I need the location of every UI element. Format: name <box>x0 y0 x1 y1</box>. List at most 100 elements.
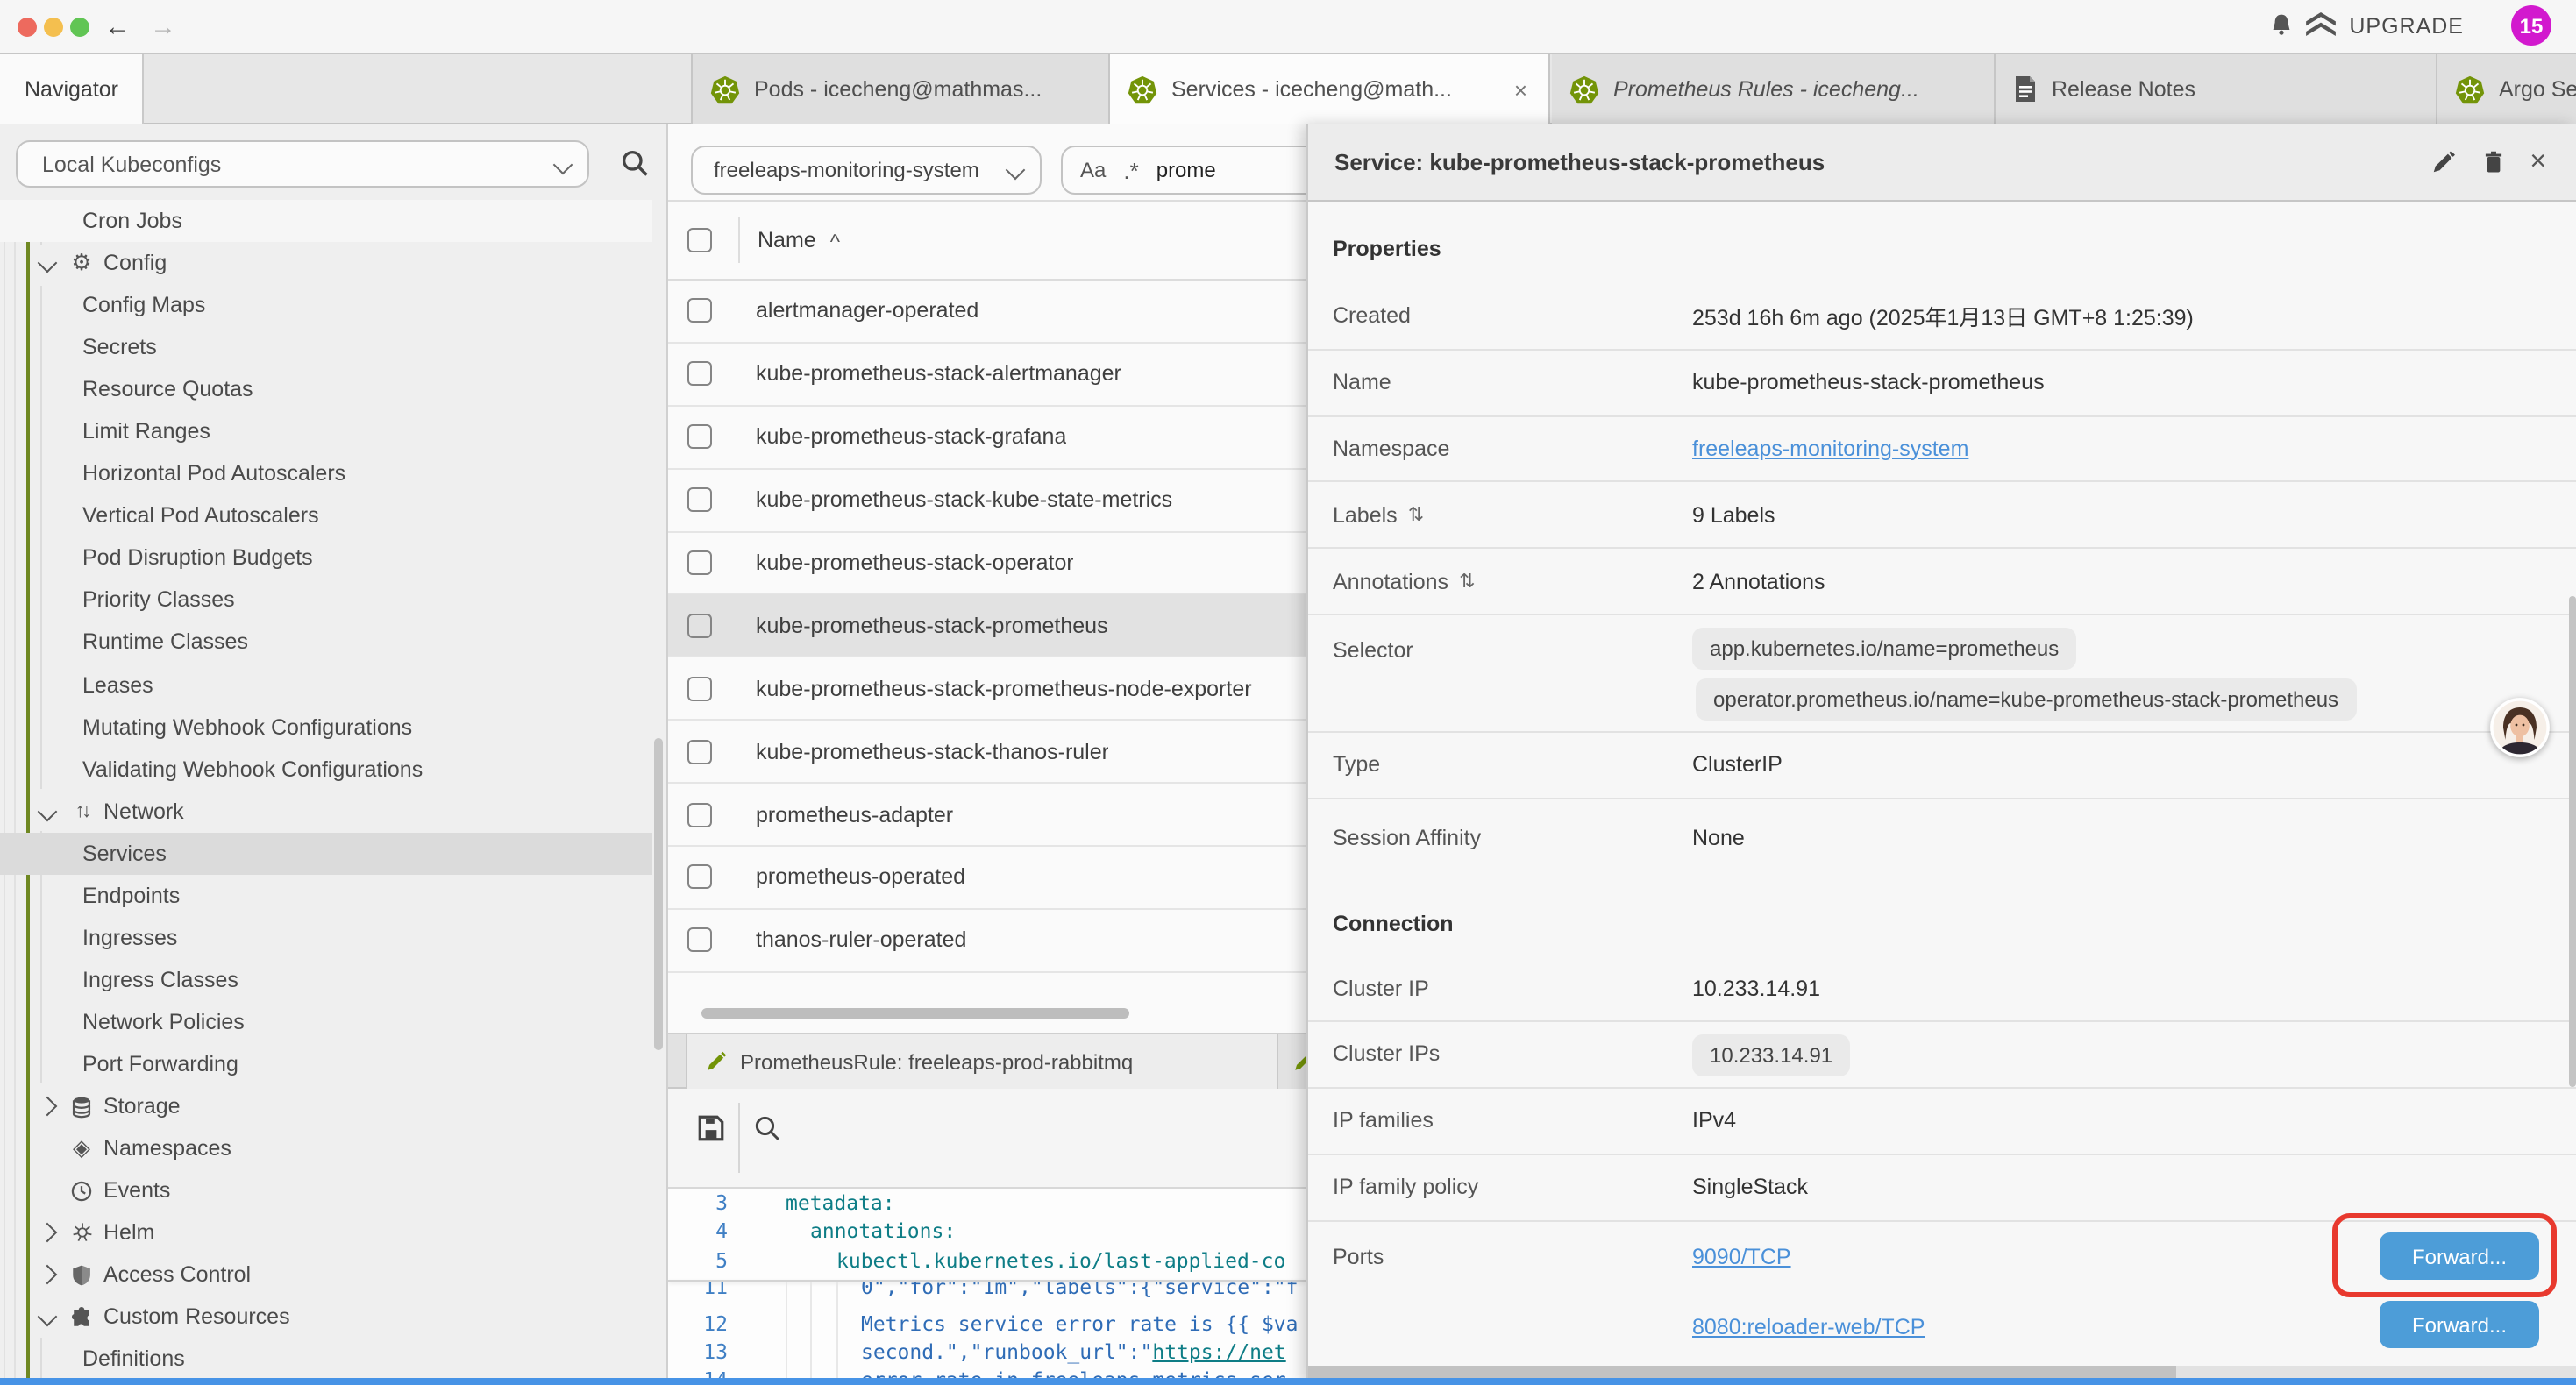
regex-icon[interactable]: .* <box>1123 157 1138 183</box>
bell-icon[interactable] <box>2267 12 2295 40</box>
sidebar-item-ingress-classes[interactable]: Ingress Classes <box>0 959 652 1001</box>
table-row[interactable]: kube-prometheus-stack-kube-state-metrics <box>668 469 1306 532</box>
tab-prometheus-rules[interactable]: Prometheus Rules - icecheng... <box>1552 54 1996 124</box>
sidebar-item-limit-ranges[interactable]: Limit Ranges <box>0 410 652 452</box>
sidebar-item-pod-disruption-budgets[interactable]: Pod Disruption Budgets <box>0 537 652 579</box>
trash-icon[interactable] <box>2480 149 2505 175</box>
row-checkbox[interactable] <box>687 865 712 890</box>
drawer-vertical-scrollbar[interactable] <box>2569 596 2576 1087</box>
sidebar-section-access-control[interactable]: Access Control <box>0 1254 652 1296</box>
avatar[interactable] <box>2490 698 2550 757</box>
sidebar-item-secrets[interactable]: Secrets <box>0 326 652 368</box>
port-link-8080[interactable]: 8080:reloader-web/TCP <box>1692 1314 1925 1339</box>
editor-tab-prometheusrule[interactable]: PrometheusRule: freeleaps-prod-rabbitmq <box>686 1034 1278 1089</box>
sidebar-item-vertical-pod-autoscalers[interactable]: Vertical Pod Autoscalers <box>0 495 652 537</box>
edit-pencil-icon[interactable] <box>2430 149 2456 175</box>
chevron-down-icon[interactable] <box>40 256 65 270</box>
row-checkbox[interactable] <box>687 739 712 764</box>
traffic-light-minimize[interactable] <box>44 18 63 37</box>
chevron-down-icon[interactable] <box>40 804 65 818</box>
horizontal-scrollbar[interactable] <box>701 1008 1129 1019</box>
chevron-right-icon[interactable] <box>40 1225 65 1239</box>
sidebar-item-endpoints[interactable]: Endpoints <box>0 875 652 917</box>
row-checkbox[interactable] <box>687 614 712 638</box>
table-row[interactable]: kube-prometheus-stack-grafana <box>668 407 1306 470</box>
sidebar-item-priority-classes[interactable]: Priority Classes <box>0 579 652 621</box>
kubeconfig-select[interactable]: Local Kubeconfigs <box>16 140 589 188</box>
close-icon[interactable]: × <box>2530 146 2546 178</box>
sidebar-section-custom-resources[interactable]: Custom Resources <box>0 1296 652 1338</box>
forward-button-8080[interactable]: Forward... <box>2380 1301 2539 1348</box>
selector-chip[interactable]: operator.prometheus.io/name=kube-prometh… <box>1696 678 2356 721</box>
code-link[interactable]: https://net <box>1152 1339 1285 1364</box>
table-row[interactable]: kube-prometheus-stack-thanos-ruler <box>668 721 1306 784</box>
sidebar-item-validating-webhook-configurations[interactable]: Validating Webhook Configurations <box>0 748 652 790</box>
column-name-header[interactable]: Name <box>758 228 816 252</box>
sidebar-item-config-maps[interactable]: Config Maps <box>0 284 652 326</box>
sort-ascending-icon[interactable]: ^ <box>830 230 840 254</box>
row-checkbox[interactable] <box>687 299 712 323</box>
sort-icon[interactable]: ⇅ <box>1408 503 1424 526</box>
forward-arrow[interactable]: → <box>147 11 179 44</box>
table-row[interactable]: prometheus-operated <box>668 847 1306 910</box>
row-checkbox[interactable] <box>687 677 712 701</box>
row-checkbox[interactable] <box>687 424 712 449</box>
namespace-select[interactable]: freeleaps-monitoring-system <box>691 146 1042 195</box>
tab-argo[interactable]: Argo Se <box>2437 54 2576 124</box>
sidebar-item-leases[interactable]: Leases <box>0 664 652 706</box>
upgrade-button[interactable]: UPGRADE <box>2303 12 2464 39</box>
sidebar-item-cron-jobs[interactable]: Cron Jobs <box>0 200 652 242</box>
sidebar-section-namespaces[interactable]: ◈ Namespaces <box>0 1127 652 1169</box>
namespace-link[interactable]: freeleaps-monitoring-system <box>1692 437 1968 461</box>
sidebar-section-events[interactable]: Events <box>0 1169 652 1211</box>
row-checkbox[interactable] <box>687 928 712 953</box>
drawer-horizontal-scrollbar[interactable] <box>1308 1366 2176 1378</box>
sidebar-item-network-policies[interactable]: Network Policies <box>0 1001 652 1043</box>
traffic-light-zoom[interactable] <box>70 18 89 37</box>
chevron-down-icon[interactable] <box>40 1310 65 1324</box>
tab-services[interactable]: Services - icecheng@math... × <box>1110 54 1550 124</box>
close-icon[interactable]: × <box>1511 76 1531 103</box>
port-link-9090[interactable]: 9090/TCP <box>1692 1244 1791 1268</box>
table-row[interactable]: alertmanager-operated <box>668 281 1306 344</box>
editor-tab-next[interactable] <box>1278 1034 1306 1089</box>
table-row-selected[interactable]: kube-prometheus-stack-prometheus <box>668 595 1306 658</box>
sidebar-item-definitions[interactable]: Definitions <box>0 1339 652 1381</box>
table-row[interactable]: kube-prometheus-stack-operator <box>668 532 1306 595</box>
notification-badge[interactable]: 15 <box>2511 5 2551 46</box>
sidebar-item-mutating-webhook-configurations[interactable]: Mutating Webhook Configurations <box>0 706 652 748</box>
sidebar-item-runtime-classes[interactable]: Runtime Classes <box>0 621 652 664</box>
tab-release-notes[interactable]: Release Notes <box>1996 54 2437 124</box>
table-row[interactable]: kube-prometheus-stack-prometheus-node-ex… <box>668 658 1306 721</box>
sidebar-item-resource-quotas[interactable]: Resource Quotas <box>0 368 652 410</box>
sidebar-section-storage[interactable]: Storage <box>0 1085 652 1127</box>
navigator-panel-tab[interactable]: Navigator <box>0 54 144 124</box>
row-checkbox[interactable] <box>687 362 712 387</box>
yaml-editor[interactable]: 3 metadata: 4 annotations: 5 kubectl.kub… <box>668 1189 1306 1385</box>
match-case-icon[interactable]: Aa <box>1080 158 1106 182</box>
traffic-light-close[interactable] <box>18 18 37 37</box>
sidebar-item-ingresses[interactable]: Ingresses <box>0 917 652 959</box>
sidebar-item-horizontal-pod-autoscalers[interactable]: Horizontal Pod Autoscalers <box>0 453 652 495</box>
row-checkbox[interactable] <box>687 550 712 575</box>
cluster-ip-chip[interactable]: 10.233.14.91 <box>1692 1033 1850 1076</box>
chevron-right-icon[interactable] <box>40 1268 65 1282</box>
chevron-right-icon[interactable] <box>40 1099 65 1113</box>
filter-input[interactable]: Aa .* prome <box>1061 146 1306 195</box>
row-checkbox[interactable] <box>687 802 712 827</box>
table-row[interactable]: kube-prometheus-stack-alertmanager <box>668 344 1306 407</box>
selector-chip[interactable]: app.kubernetes.io/name=prometheus <box>1692 628 2076 670</box>
row-checkbox[interactable] <box>687 487 712 512</box>
back-arrow[interactable]: ← <box>102 11 133 44</box>
sort-icon[interactable]: ⇅ <box>1459 570 1475 593</box>
select-all-checkbox[interactable] <box>687 228 712 252</box>
table-row[interactable]: prometheus-adapter <box>668 784 1306 847</box>
search-icon[interactable] <box>619 147 651 179</box>
search-icon[interactable] <box>752 1113 782 1143</box>
sidebar-item-port-forwarding[interactable]: Port Forwarding <box>0 1043 652 1085</box>
save-icon[interactable] <box>696 1113 726 1143</box>
sidebar-scrollbar[interactable] <box>654 738 663 1050</box>
tab-pods[interactable]: Pods - icecheng@mathmas... <box>691 54 1110 124</box>
sidebar-section-helm[interactable]: Helm <box>0 1211 652 1254</box>
table-row[interactable]: thanos-ruler-operated <box>668 910 1306 973</box>
